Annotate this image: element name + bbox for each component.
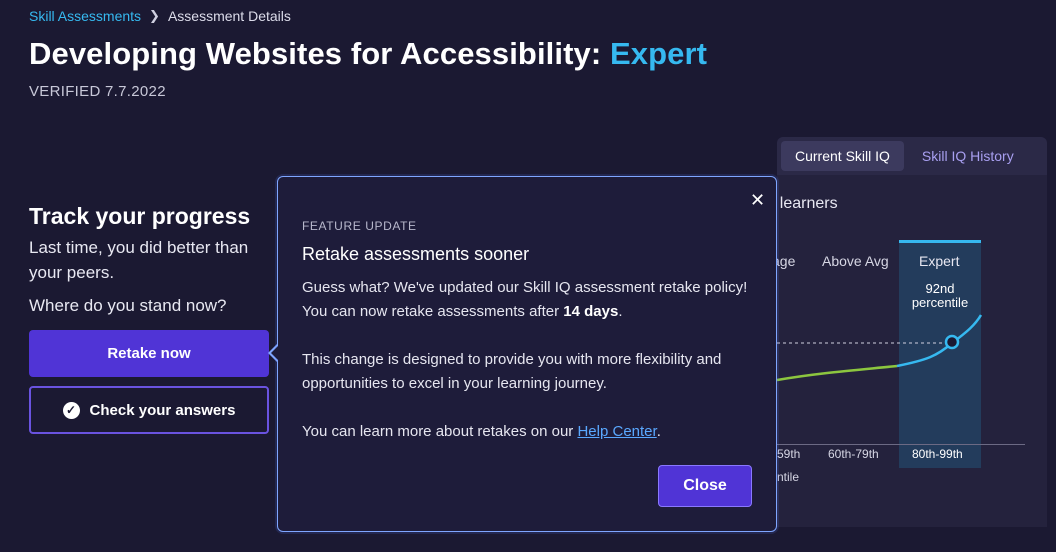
score-marker (944, 334, 960, 350)
desc-line-1: Last time, you did better than (29, 238, 249, 257)
modal-heading: Retake assessments sooner (302, 244, 530, 264)
check-answers-button[interactable]: ✓ Check your answers (29, 386, 269, 434)
breadcrumb-link-skill-assessments[interactable]: Skill Assessments (29, 8, 141, 24)
peers-label: r learners (770, 195, 838, 212)
breadcrumb: Skill Assessments ❯ Assessment Details (29, 8, 291, 24)
tile-label: ntile (777, 470, 800, 484)
tab-skill-iq-history[interactable]: Skill IQ History (908, 141, 1028, 171)
verified-date: VERIFIED 7.7.2022 (29, 83, 166, 100)
help-center-link[interactable]: Help Center (577, 423, 656, 440)
close-icon[interactable]: ✕ (750, 191, 765, 209)
feature-update-modal: ✕ FEATURE UPDATE Retake assessments soon… (277, 176, 777, 532)
modal-paragraph-2: This change is designed to provide you w… (302, 351, 722, 392)
desc-line-2: your peers. (29, 263, 115, 282)
skill-iq-tabs: Current Skill IQ Skill IQ History (777, 137, 1047, 175)
skill-curve-chart (777, 314, 983, 382)
modal-paragraph-1: Guess what? We've updated our Skill IQ a… (302, 279, 748, 320)
tab-current-skill-iq[interactable]: Current Skill IQ (781, 141, 904, 171)
page-title: Developing Websites for Accessibility: E… (29, 36, 707, 72)
modal-eyebrow: FEATURE UPDATE (302, 219, 417, 233)
range-label-average: 59th (777, 447, 801, 461)
close-button[interactable]: Close (658, 465, 752, 507)
chevron-right-icon: ❯ (149, 8, 160, 23)
check-circle-icon: ✓ (62, 401, 80, 419)
where-stand-text: Where do you stand now? (29, 296, 227, 315)
range-label-expert: 80th-99th (912, 447, 963, 461)
skill-level: Expert (610, 36, 708, 71)
modal-paragraph-3: You can learn more about retakes on our … (302, 423, 661, 440)
chart-axis (777, 444, 1025, 445)
check-answers-label: Check your answers (89, 401, 236, 419)
curve-segment-green (777, 364, 898, 382)
modal-pointer-inner (271, 345, 279, 361)
retake-now-button[interactable]: Retake now (29, 330, 269, 377)
modal-body: Guess what? We've updated our Skill IQ a… (302, 276, 757, 468)
retake-days: 14 days (563, 303, 619, 320)
range-label-above-avg: 60th-79th (828, 447, 879, 461)
track-progress-desc: Last time, you did better than your peer… (29, 235, 279, 285)
curve-segment-blue (896, 314, 983, 368)
breadcrumb-current: Assessment Details (167, 8, 291, 24)
page-title-text: Developing Websites for Accessibility: (29, 36, 602, 71)
track-progress-title: Track your progress (29, 203, 251, 229)
